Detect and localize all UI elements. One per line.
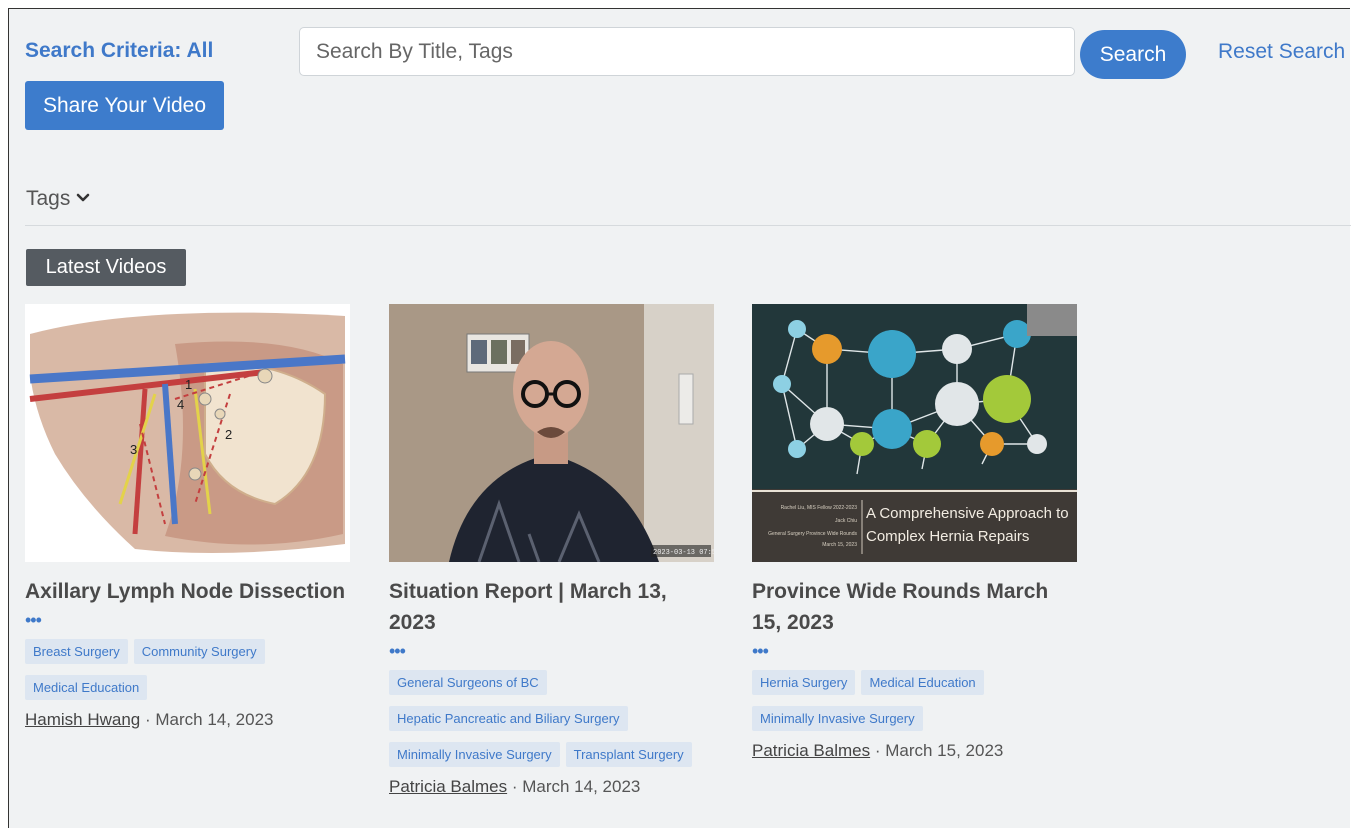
tags-filter-toggle[interactable]: Tags bbox=[26, 187, 90, 211]
author-link[interactable]: Patricia Balmes bbox=[752, 741, 870, 760]
thumb-credit: Jack Chiu bbox=[835, 518, 857, 524]
section-badge: Latest Videos bbox=[26, 249, 186, 286]
tag-list: Hernia Surgery Medical Education Minimal… bbox=[752, 670, 1077, 731]
video-thumbnail[interactable]: 1 2 3 4 bbox=[25, 304, 350, 562]
author-link[interactable]: Patricia Balmes bbox=[389, 777, 507, 796]
tag[interactable]: Hepatic Pancreatic and Biliary Surgery bbox=[389, 706, 628, 731]
author-link[interactable]: Hamish Hwang bbox=[25, 710, 140, 729]
svg-text:1: 1 bbox=[185, 377, 192, 392]
search-criteria-label: Search Criteria: All bbox=[25, 39, 214, 62]
search-button[interactable]: Search bbox=[1080, 30, 1186, 79]
tag[interactable]: Hernia Surgery bbox=[752, 670, 856, 695]
tag[interactable]: Minimally Invasive Surgery bbox=[389, 742, 560, 767]
search-input[interactable] bbox=[299, 27, 1075, 76]
video-date: March 14, 2023 bbox=[522, 777, 641, 796]
thumb-credit: March 15, 2023 bbox=[822, 542, 857, 548]
video-library-page: Search Criteria: All Search Reset Search… bbox=[8, 8, 1351, 828]
video-meta: Patricia Balmes · March 15, 2023 bbox=[752, 741, 1004, 760]
video-meta: Hamish Hwang · March 14, 2023 bbox=[25, 710, 274, 729]
video-thumbnail[interactable]: 2023-03-13 07:58:46 bbox=[389, 304, 714, 562]
video-card: 2023-03-13 07:58:46 Situation Report | M… bbox=[389, 304, 714, 797]
thumb-slide-title: A Comprehensive Approach to Complex Hern… bbox=[866, 505, 1069, 545]
tag-list: Breast Surgery Community Surgery Medical… bbox=[25, 639, 350, 700]
tag[interactable]: General Surgeons of BC bbox=[389, 670, 547, 695]
tag[interactable]: Transplant Surgery bbox=[565, 742, 692, 767]
thumb-credit: Rachel Liu, MIS Fellow 2022-2023 bbox=[781, 505, 858, 511]
tag[interactable]: Minimally Invasive Surgery bbox=[752, 706, 923, 731]
reset-search-link[interactable]: Reset Search bbox=[1218, 40, 1345, 64]
chevron-down-icon bbox=[76, 187, 90, 211]
more-options-icon[interactable]: ••• bbox=[25, 611, 350, 633]
video-date: March 15, 2023 bbox=[885, 741, 1004, 760]
video-thumbnail[interactable]: Rachel Liu, MIS Fellow 2022-2023 Jack Ch… bbox=[752, 304, 1077, 562]
presentation-slide-image: Rachel Liu, MIS Fellow 2022-2023 Jack Ch… bbox=[752, 304, 1077, 562]
video-card: Rachel Liu, MIS Fellow 2022-2023 Jack Ch… bbox=[752, 304, 1077, 761]
anatomy-illustration-image: 1 2 3 4 bbox=[25, 304, 350, 562]
share-video-button[interactable]: Share Your Video bbox=[25, 81, 224, 130]
video-meta: Patricia Balmes · March 14, 2023 bbox=[389, 777, 641, 796]
tag[interactable]: Breast Surgery bbox=[25, 639, 128, 664]
more-options-icon[interactable]: ••• bbox=[389, 642, 714, 664]
svg-text:2: 2 bbox=[225, 427, 232, 442]
more-options-icon[interactable]: ••• bbox=[752, 642, 1077, 664]
video-title[interactable]: Province Wide Rounds March 15, 2023 bbox=[752, 576, 1077, 638]
tag[interactable]: Medical Education bbox=[25, 675, 148, 700]
divider bbox=[25, 225, 1351, 226]
svg-text:4: 4 bbox=[177, 397, 184, 412]
thumb-credit: General Surgery Province Wide Rounds bbox=[768, 531, 857, 537]
video-title[interactable]: Situation Report | March 13, 2023 bbox=[389, 576, 714, 638]
video-date: March 14, 2023 bbox=[155, 710, 274, 729]
tag-list: General Surgeons of BC Hepatic Pancreati… bbox=[389, 670, 714, 767]
svg-text:3: 3 bbox=[130, 442, 137, 457]
tag[interactable]: Medical Education bbox=[861, 670, 984, 695]
webcam-presenter-image: 2023-03-13 07:58:46 bbox=[389, 304, 714, 562]
video-card: 1 2 3 4 Axillary Lymph Node Dissection •… bbox=[25, 304, 350, 730]
tags-toggle-label: Tags bbox=[26, 187, 71, 210]
thumb-timestamp: 2023-03-13 07:58:46 bbox=[653, 549, 714, 557]
tag[interactable]: Community Surgery bbox=[133, 639, 265, 664]
video-title[interactable]: Axillary Lymph Node Dissection bbox=[25, 576, 350, 607]
